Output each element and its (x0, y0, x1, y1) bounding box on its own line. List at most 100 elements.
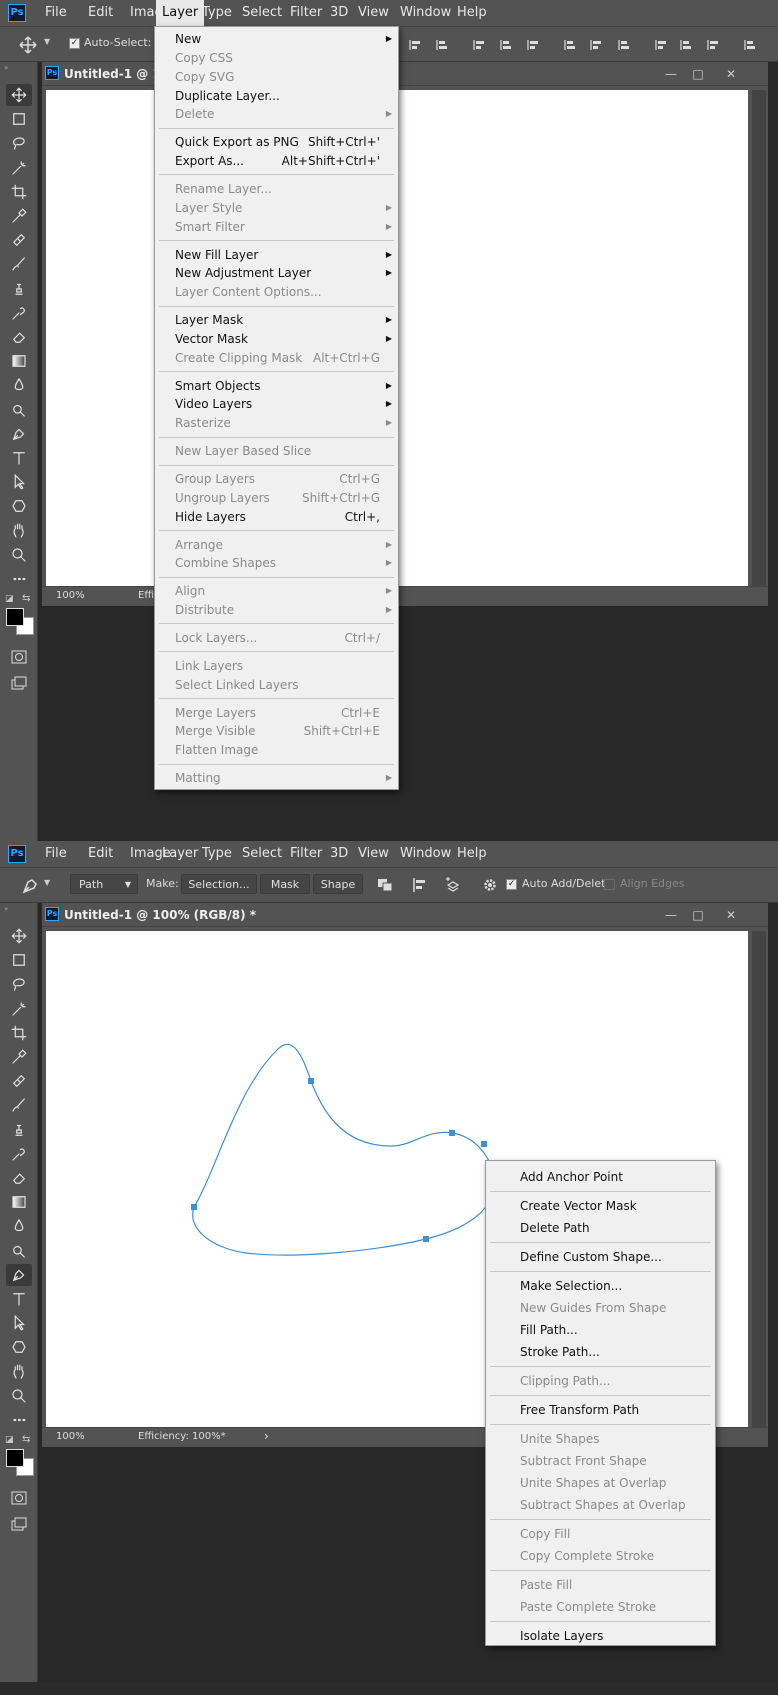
move-tool-icon[interactable] (6, 84, 32, 106)
shape-tool-icon[interactable] (6, 495, 32, 517)
chevron-down-icon[interactable]: ▼ (44, 878, 50, 887)
menu-item-new[interactable]: New ▶ (155, 30, 398, 49)
blur-tool-icon[interactable] (6, 374, 32, 396)
lasso-tool-icon[interactable] (6, 973, 32, 995)
pen-tool-icon[interactable] (6, 1263, 32, 1286)
menu-file[interactable]: File (39, 841, 73, 867)
menu-item-make-selection[interactable]: Make Selection... (486, 1275, 715, 1297)
magic-wand-tool-icon[interactable] (6, 157, 32, 179)
menu-item-add-anchor-point[interactable]: Add Anchor Point (486, 1166, 715, 1188)
align-option-icon[interactable] (500, 39, 512, 51)
pen-tool-icon[interactable] (6, 423, 32, 445)
magic-wand-tool-icon[interactable] (6, 998, 32, 1020)
align-option-icon[interactable] (590, 39, 602, 51)
menu-item-new-fill-layer[interactable]: New Fill Layer ▶ (155, 246, 398, 265)
maximize-icon[interactable]: □ (689, 907, 707, 923)
type-tool-icon[interactable] (6, 447, 32, 469)
menu-item-video-layers[interactable]: Video Layers ▶ (155, 395, 398, 414)
make-mask-button[interactable]: Mask (260, 874, 310, 894)
align-option-icon[interactable] (527, 39, 539, 51)
align-option-icon[interactable] (436, 39, 448, 51)
scrollbar[interactable] (752, 931, 766, 1427)
swap-colors-icon[interactable]: ⇆ (22, 1434, 30, 1445)
shape-tool-icon[interactable] (6, 1336, 32, 1358)
menu-window[interactable]: Window (394, 841, 457, 867)
screen-mode-icon[interactable] (6, 672, 32, 694)
menu-window[interactable]: Window (394, 0, 457, 26)
align-option-icon[interactable] (564, 39, 576, 51)
menu-item-hide-layers[interactable]: Hide Layers Ctrl+, (155, 508, 398, 527)
zoom-level[interactable]: 100% (56, 590, 85, 601)
menu-item-layer-mask[interactable]: Layer Mask ▶ (155, 311, 398, 330)
brush-tool-icon[interactable] (6, 1094, 32, 1116)
menu-item-smart-objects[interactable]: Smart Objects ▶ (155, 377, 398, 396)
swap-colors-icon[interactable]: ⇆ (22, 593, 30, 604)
menu-edit[interactable]: Edit (82, 841, 119, 867)
lasso-tool-icon[interactable] (6, 132, 32, 154)
menu-edit[interactable]: Edit (82, 0, 119, 26)
default-colors-icon[interactable]: ◪ (5, 594, 14, 604)
gradient-tool-icon[interactable] (6, 1191, 32, 1213)
align-option-icon[interactable] (655, 39, 667, 51)
anchor-point[interactable] (449, 1130, 455, 1136)
move-tool-preset-icon[interactable] (18, 35, 38, 55)
move-tool-icon[interactable] (6, 925, 32, 947)
more-tools-icon[interactable] (6, 568, 32, 590)
path-operations-icon[interactable] (377, 878, 393, 892)
align-edges-checkbox[interactable] (604, 879, 615, 890)
marquee-tool-icon[interactable] (6, 949, 32, 971)
hand-tool-icon[interactable] (6, 520, 32, 542)
panel-collapse-icon[interactable]: » (4, 905, 8, 913)
clone-stamp-tool-icon[interactable] (6, 278, 32, 300)
make-shape-button[interactable]: Shape (313, 874, 363, 894)
menu-filter[interactable]: Filter (284, 841, 328, 867)
menu-type[interactable]: Type (196, 0, 238, 26)
healing-brush-tool-icon[interactable] (6, 1070, 32, 1092)
menu-help[interactable]: Help (451, 0, 493, 26)
align-option-icon[interactable] (618, 39, 630, 51)
clone-stamp-tool-icon[interactable] (6, 1119, 32, 1141)
menu-view[interactable]: View (352, 841, 395, 867)
menu-file[interactable]: File (39, 0, 73, 26)
dodge-tool-icon[interactable] (6, 1240, 32, 1262)
menu-help[interactable]: Help (451, 841, 493, 867)
chevron-down-icon[interactable]: ▼ (44, 37, 50, 46)
menu-item-quick-export-as-png[interactable]: Quick Export as PNG Shift+Ctrl+' (155, 133, 398, 152)
anchor-point[interactable] (481, 1141, 487, 1147)
brush-tool-icon[interactable] (6, 253, 32, 275)
path-alignment-icon[interactable] (412, 877, 428, 893)
align-option-icon[interactable] (744, 39, 756, 51)
minimize-icon[interactable]: — (662, 66, 680, 82)
auto-add-delete-checkbox[interactable]: ✓ (506, 879, 517, 890)
work-path[interactable] (192, 1043, 495, 1256)
path-selection-tool-icon[interactable] (6, 471, 32, 493)
tool-mode-select[interactable]: Path ▼ (70, 874, 138, 894)
align-option-icon[interactable] (409, 39, 421, 51)
menu-item-define-custom-shape[interactable]: Define Custom Shape... (486, 1246, 715, 1268)
menu-item-stroke-path[interactable]: Stroke Path... (486, 1341, 715, 1363)
eyedropper-tool-icon[interactable] (6, 205, 32, 227)
close-icon[interactable]: ✕ (722, 66, 740, 82)
menu-item-new-adjustment-layer[interactable]: New Adjustment Layer ▶ (155, 264, 398, 283)
anchor-point[interactable] (423, 1236, 429, 1242)
menu-item-create-vector-mask[interactable]: Create Vector Mask (486, 1195, 715, 1217)
history-brush-tool-icon[interactable] (6, 302, 32, 324)
marquee-tool-icon[interactable] (6, 108, 32, 130)
menu-filter[interactable]: Filter (284, 0, 328, 26)
dodge-tool-icon[interactable] (6, 399, 32, 421)
menu-3d[interactable]: 3D (324, 841, 354, 867)
menu-select[interactable]: Select (236, 0, 288, 26)
pen-tool-preset-icon[interactable] (20, 876, 40, 896)
document-tab[interactable]: Ps Untitled-1 @ 100% (RGB/8) * — □ ✕ (42, 903, 768, 927)
crop-tool-icon[interactable] (6, 1022, 32, 1044)
history-brush-tool-icon[interactable] (6, 1143, 32, 1165)
default-colors-icon[interactable]: ◪ (5, 1435, 14, 1445)
more-tools-icon[interactable] (6, 1409, 32, 1431)
hand-tool-icon[interactable] (6, 1361, 32, 1383)
eyedropper-tool-icon[interactable] (6, 1046, 32, 1068)
make-selection-button[interactable]: Selection... (181, 874, 257, 894)
anchor-points[interactable] (191, 1078, 487, 1242)
screen-mode-icon[interactable] (6, 1513, 32, 1535)
menu-item-vector-mask[interactable]: Vector Mask ▶ (155, 330, 398, 349)
menu-3d[interactable]: 3D (324, 0, 354, 26)
